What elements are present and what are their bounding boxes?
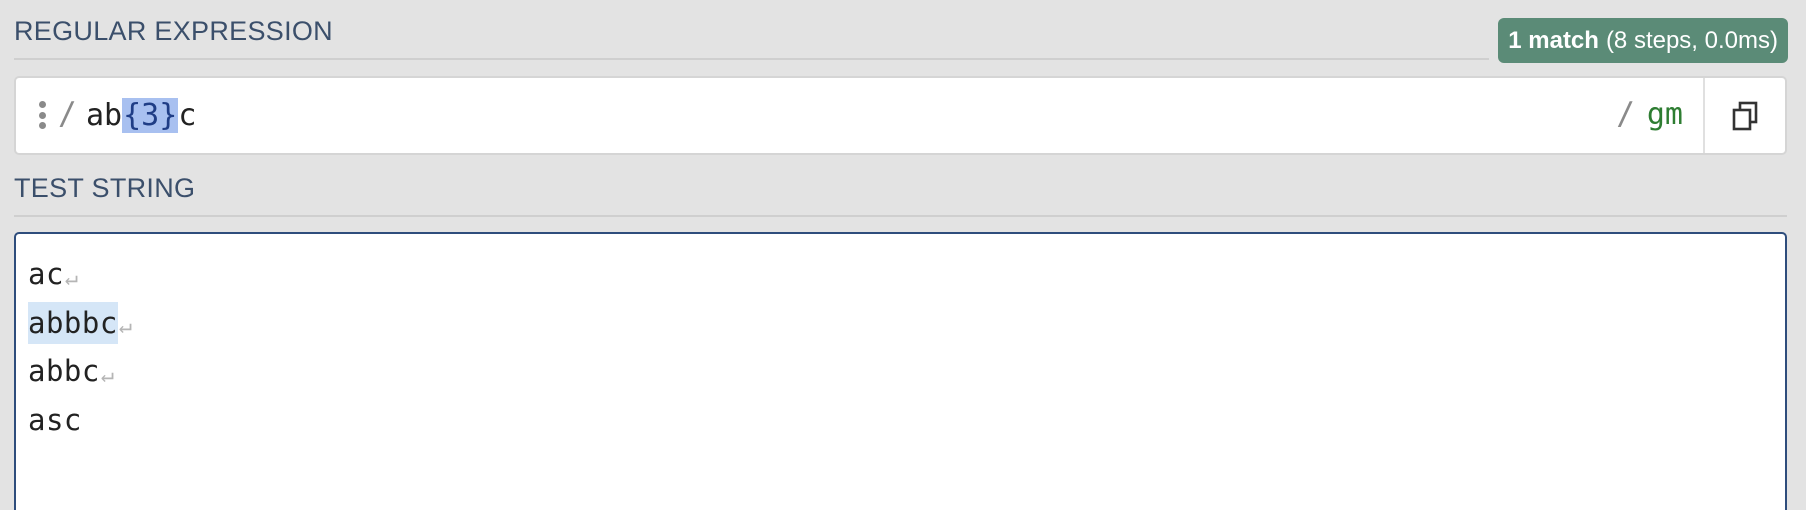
test-line: ac ↵ — [28, 250, 132, 299]
regex-expression[interactable]: ab {3} c — [86, 96, 196, 134]
test-line-text: abbc — [28, 354, 100, 389]
drag-handle-icon[interactable] — [38, 101, 46, 129]
regex-tester-panel: REGULAR EXPRESSION 1 match (8 steps, 0.0… — [0, 0, 1806, 510]
test-line-matched: abbbc ↵ — [28, 299, 132, 348]
match-count: 1 match — [1508, 26, 1599, 54]
regex-input[interactable]: / ab {3} c / gm — [14, 76, 1787, 155]
test-line-text: asc — [28, 402, 82, 437]
test-string-lines: ac ↵ abbbc ↵ abbc ↵ asc — [28, 250, 132, 444]
test-header-divider — [14, 215, 1787, 217]
regex-section-title: REGULAR EXPRESSION — [14, 16, 333, 46]
regex-flags[interactable]: gm — [1647, 97, 1683, 132]
match-highlight: abbbc — [28, 301, 118, 344]
test-section-title: TEST STRING — [14, 173, 196, 203]
newline-icon: ↵ — [64, 265, 79, 291]
regex-literal-prefix: ab — [86, 97, 123, 133]
match-info-badge: 1 match (8 steps, 0.0ms) — [1498, 18, 1788, 63]
newline-icon: ↵ — [100, 362, 115, 388]
regex-flags-area[interactable]: / gm — [1616, 96, 1683, 132]
test-line: abbc ↵ — [28, 347, 132, 396]
regex-header-divider — [14, 58, 1489, 60]
test-line: asc — [28, 396, 132, 445]
copy-button[interactable] — [1705, 78, 1785, 153]
regex-section-header: REGULAR EXPRESSION — [14, 16, 333, 47]
regex-close-delimiter: / — [1616, 96, 1635, 132]
regex-literal-suffix: c — [178, 97, 197, 133]
match-detail: (8 steps, 0.0ms) — [1605, 26, 1778, 54]
newline-icon: ↵ — [118, 314, 133, 340]
regex-open-delimiter: / — [58, 96, 77, 132]
copy-icon — [1732, 101, 1758, 130]
test-line-text: ac — [28, 257, 64, 292]
regex-quantifier-highlight: {3} — [122, 97, 179, 133]
test-string-editor[interactable]: ac ↵ abbbc ↵ abbc ↵ asc — [14, 232, 1787, 510]
test-section-header: TEST STRING — [14, 173, 195, 204]
